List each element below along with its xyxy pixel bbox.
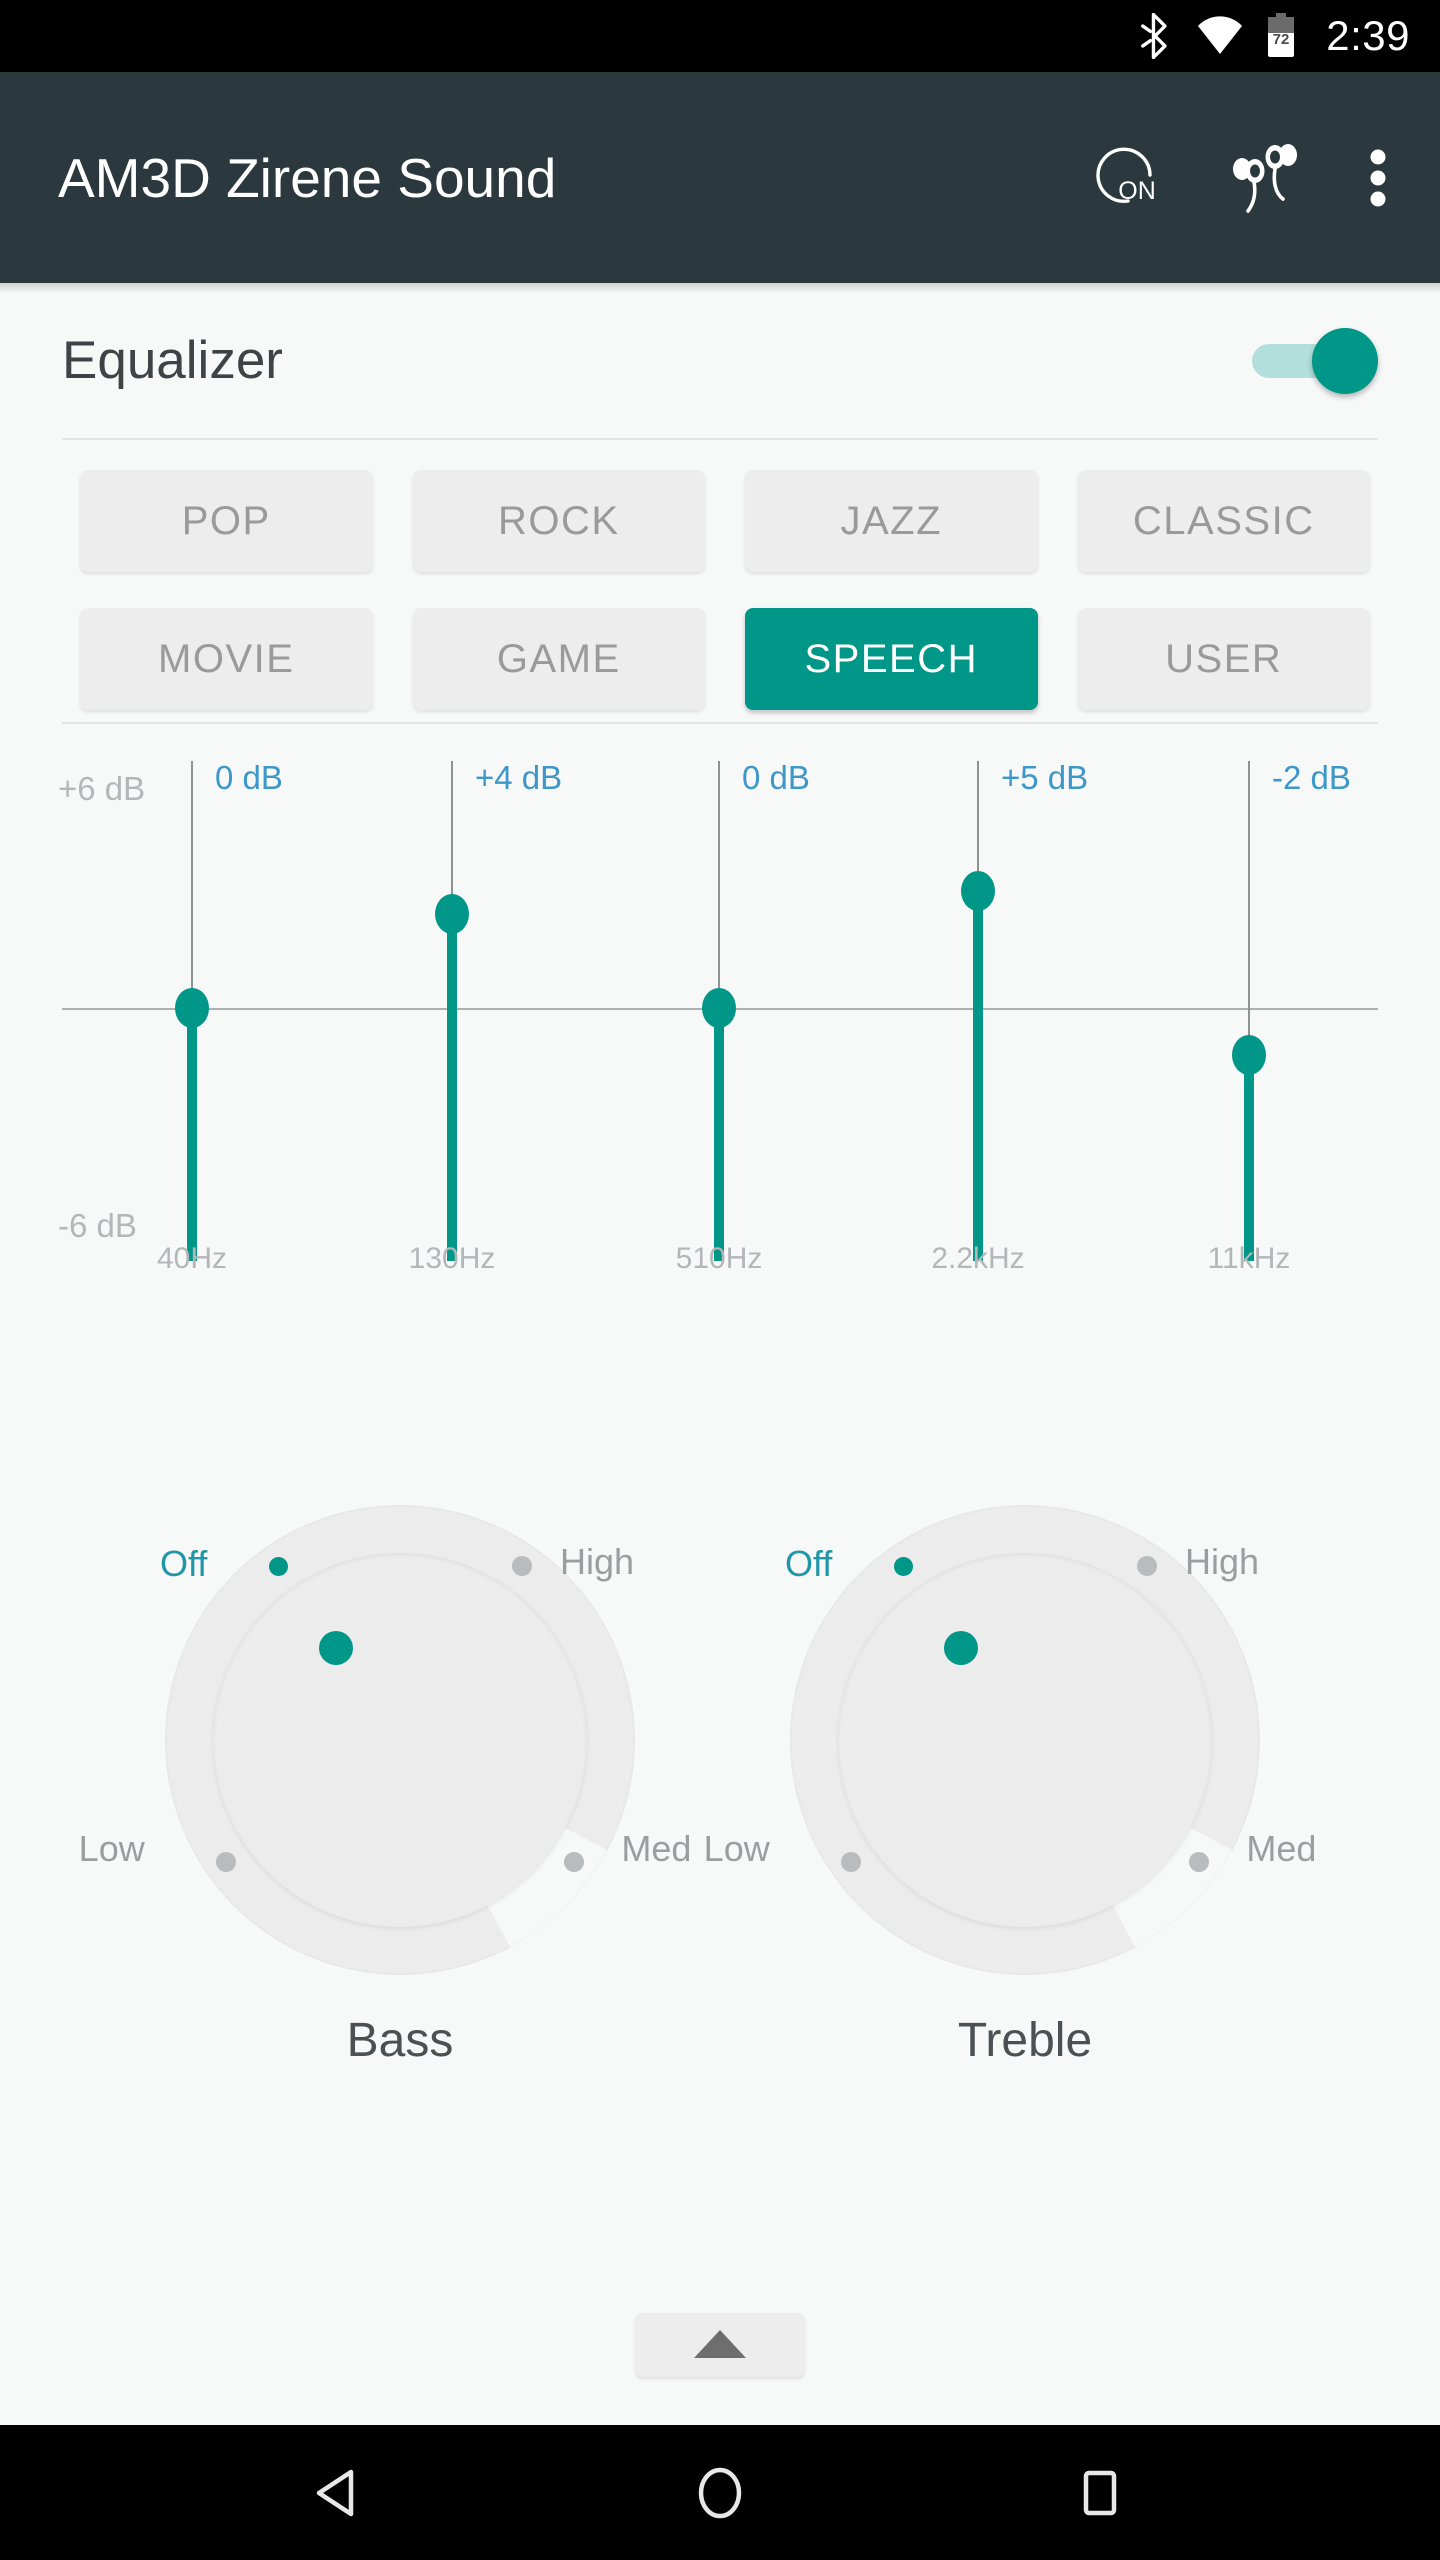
status-bar-clock: 2:39	[1326, 12, 1410, 59]
band-bar	[447, 914, 457, 1261]
knob-tick-off	[893, 1556, 913, 1576]
nav-recents-button[interactable]	[1040, 2433, 1160, 2553]
knob-label-high: High	[1184, 1540, 1260, 1582]
preset-button-rock[interactable]: ROCK	[412, 470, 705, 572]
overflow-menu-icon[interactable]	[1368, 139, 1388, 217]
app-bar-actions: ON	[1090, 137, 1404, 219]
equalizer-label: Equalizer	[62, 331, 283, 390]
band-frequency-label: 11kHz	[1207, 1242, 1291, 1275]
preset-button-jazz[interactable]: JAZZ	[745, 470, 1038, 572]
knob-label-low: Low	[78, 1827, 145, 1869]
knob-label-off: Off	[785, 1542, 833, 1584]
knob-tick-low	[216, 1851, 237, 1872]
band-value-label: -2 dB	[1272, 759, 1351, 796]
svg-text:72: 72	[1273, 31, 1290, 48]
treble-knob-unit: Low Med Off High Treble	[704, 1505, 1316, 2125]
tone-knobs-section: Low Med Off High Bass Low Med Off High T…	[0, 1505, 1440, 2125]
band-frequency-label: 2.2kHz	[931, 1242, 1025, 1275]
band-thumb[interactable]	[175, 988, 209, 1028]
knob-label-high: High	[559, 1540, 635, 1582]
knob-face	[838, 1553, 1212, 1927]
band-value-label: 0 dB	[742, 759, 810, 796]
axis-label-min: -6 dB	[58, 1207, 137, 1244]
band-bar	[187, 1008, 197, 1261]
equalizer-graph: +6 dB -6 dB 0 dB 40Hz +4 dB 130Hz 0 dB 5…	[0, 737, 1440, 1337]
battery-icon: 72	[1266, 13, 1296, 59]
band-thumb[interactable]	[702, 988, 736, 1028]
band-value-label: 0 dB	[215, 759, 283, 796]
knob-tick-high	[1136, 1556, 1157, 1577]
wifi-icon	[1196, 16, 1244, 56]
bass-knob-unit: Low Med Off High Bass	[79, 1505, 691, 2125]
knob-position-indicator	[318, 1631, 353, 1666]
power-on-toggle-icon[interactable]: ON	[1090, 139, 1168, 217]
bass-knob-title: Bass	[346, 2014, 454, 2067]
knob-tick-low	[841, 1851, 862, 1872]
bluetooth-icon	[1136, 13, 1174, 59]
knob-label-off: Off	[160, 1542, 208, 1584]
equalizer-toggle-switch[interactable]	[1252, 324, 1378, 398]
svg-text:ON: ON	[1118, 177, 1156, 205]
equalizer-header-row: Equalizer	[0, 283, 1440, 438]
knob-label-med: Med	[1246, 1827, 1317, 1869]
bass-knob[interactable]: Low Med Off High	[79, 1505, 691, 1975]
switch-thumb	[1312, 327, 1378, 394]
preset-button-user[interactable]: USER	[1077, 608, 1370, 710]
preset-button-speech[interactable]: SPEECH	[745, 608, 1038, 710]
knob-tick-med	[563, 1851, 584, 1872]
earbuds-icon[interactable]	[1228, 137, 1308, 219]
knob-tick-off	[268, 1556, 288, 1576]
divider-under-presets	[62, 722, 1378, 724]
treble-knob[interactable]: Low Med Off High	[704, 1505, 1316, 1975]
axis-label-max: +6 dB	[58, 770, 146, 807]
status-bar: 72 2:39	[0, 0, 1440, 72]
triangle-up-icon	[692, 2326, 748, 2365]
expand-handle[interactable]	[635, 2313, 805, 2377]
preset-button-game[interactable]: GAME	[412, 608, 705, 710]
app-bar: AM3D Zirene Sound ON	[0, 72, 1440, 283]
knob-face	[213, 1553, 587, 1927]
treble-knob-title: Treble	[957, 2014, 1093, 2067]
band-frequency-label: 40Hz	[156, 1242, 228, 1275]
band-value-label: +4 dB	[475, 759, 563, 796]
preset-button-movie[interactable]: MOVIE	[80, 608, 373, 710]
band-thumb[interactable]	[961, 870, 995, 911]
preset-button-pop[interactable]: POP	[80, 470, 373, 572]
knob-label-med: Med	[621, 1827, 692, 1869]
divider-under-header	[62, 438, 1378, 440]
band-frequency-label: 510Hz	[675, 1242, 763, 1275]
android-nav-bar	[0, 2425, 1440, 2560]
band-frequency-label: 130Hz	[408, 1242, 496, 1275]
band-bar	[973, 890, 983, 1261]
nav-home-button[interactable]	[660, 2433, 780, 2553]
knob-label-low: Low	[703, 1827, 770, 1869]
band-value-label: +5 dB	[1001, 759, 1089, 796]
band-thumb[interactable]	[435, 894, 469, 934]
knob-tick-high	[511, 1556, 532, 1577]
preset-button-classic[interactable]: CLASSIC	[1077, 470, 1370, 572]
band-thumb[interactable]	[1232, 1035, 1266, 1075]
band-bar	[1244, 1055, 1254, 1261]
knob-tick-med	[1188, 1851, 1209, 1872]
preset-grid: POP ROCK JAZZ CLASSIC MOVIE GAME SPEECH …	[80, 470, 1370, 710]
knob-position-indicator	[943, 1631, 978, 1666]
band-bar	[714, 1008, 724, 1261]
nav-back-button[interactable]	[280, 2433, 400, 2553]
app-title: AM3D Zirene Sound	[58, 146, 557, 209]
